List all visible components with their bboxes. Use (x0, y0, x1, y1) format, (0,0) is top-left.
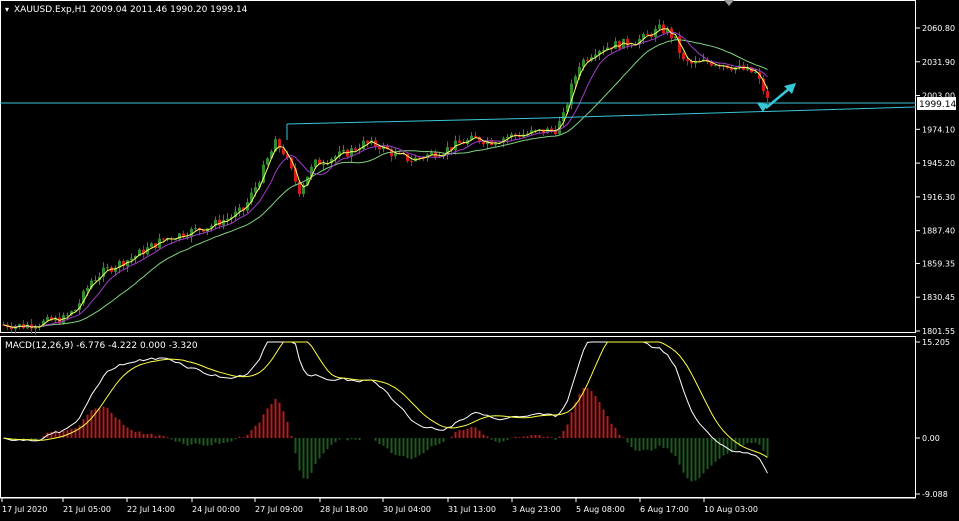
macd-signal-line (3, 341, 768, 458)
candle-bull (150, 243, 153, 248)
candle-bull (266, 158, 269, 165)
candle-bull (322, 163, 325, 165)
candle-bull (66, 314, 69, 316)
time-tick-label: 5 Aug 08:00 (576, 505, 625, 514)
time-tick-label: 27 Jul 09:00 (255, 505, 303, 514)
ma-slow-line (3, 39, 768, 328)
chart-shift-marker[interactable] (724, 0, 734, 6)
chart-canvas[interactable]: 2060.802031.902003.001974.101945.201916.… (0, 0, 959, 517)
candle-bear (378, 146, 381, 150)
macd-tick-label: -9.088 (922, 490, 948, 499)
candle-bear (458, 140, 461, 143)
candle-bull (342, 149, 345, 152)
time-tick-label: 6 Aug 17:00 (640, 505, 689, 514)
time-tick-label: 17 Jul 2020 (2, 505, 47, 514)
candle-bull (86, 287, 89, 292)
price-tick-label: 1887.40 (922, 227, 955, 236)
main-chart-frame (0, 0, 916, 333)
candle-bull (130, 258, 133, 261)
candle-bear (482, 141, 485, 145)
candle-bull (494, 143, 497, 145)
macd-main-line (3, 341, 768, 474)
macd-tick-label: 15.205 (922, 338, 950, 347)
candlestick-series (2, 19, 769, 335)
price-tick-label: 1916.30 (922, 193, 955, 202)
time-tick-label: 28 Jul 18:00 (320, 505, 368, 514)
macd-header: MACD(12,26,9) -6.776 -4.222 0.000 -3.320 (5, 341, 198, 351)
candle-bear (366, 140, 369, 144)
support-trendline[interactable] (544, 106, 917, 119)
candle-bear (586, 59, 589, 61)
candle-bull (34, 327, 37, 329)
time-tick-label: 21 Jul 05:00 (63, 505, 111, 514)
candle-bull (46, 317, 49, 321)
time-tick-label: 30 Jul 04:00 (383, 505, 431, 514)
ma-mid-line (3, 31, 768, 328)
candle-bull (194, 227, 197, 229)
time-axis: 17 Jul 2020 21 Jul 05:00 22 Jul 14:00 24 Ju… (1, 498, 758, 514)
candle-bear (346, 149, 349, 157)
current-price-label: 1999.14 (919, 100, 956, 110)
candle-bear (162, 238, 165, 240)
price-tick-label: 1945.20 (922, 159, 955, 168)
candle-bear (766, 91, 769, 98)
ma-fast-line (3, 28, 768, 329)
candle-bull (574, 76, 577, 84)
time-tick-label: 24 Jul 00:00 (192, 505, 240, 514)
price-axis: 2060.802031.902003.001974.101945.201916.… (916, 24, 955, 336)
mt4-chart-window[interactable]: 2060.80 2031.90 2003.00 1974.10 1945.20 1916.… (0, 0, 959, 517)
candle-bear (682, 52, 685, 60)
candle-bull (614, 41, 617, 49)
candle-bear (354, 148, 357, 151)
candle-bear (686, 59, 689, 61)
price-tick-label: 2031.90 (922, 58, 955, 67)
macd-histogram (6, 387, 769, 482)
candle-bull (94, 279, 97, 281)
candle-bull (106, 267, 109, 269)
main-chart-header: XAUUSD.Exp,H1 2009.04 2011.46 1990.20 19… (14, 5, 248, 15)
candle-bull (430, 152, 433, 155)
candle-bull (314, 159, 317, 167)
candle-bull (714, 65, 717, 67)
symbol-icon: ▾ (5, 5, 9, 14)
time-tick-label: 31 Jul 13:00 (448, 505, 496, 514)
price-tick-label: 2060.80 (922, 24, 955, 33)
trend-arrow-annotation[interactable] (286, 83, 796, 140)
candle-bear (410, 161, 413, 163)
arrow-shaft (765, 87, 791, 109)
price-tick-label: 1859.35 (922, 259, 955, 268)
time-tick-label: 10 Aug 03:00 (704, 505, 758, 514)
candle-bear (218, 219, 221, 226)
time-tick-label: 22 Jul 14:00 (127, 505, 175, 514)
candle-bull (658, 24, 661, 29)
macd-tick-label: 0.00 (922, 434, 940, 443)
macd-axis: 15.205 0.00 -9.088 (916, 338, 950, 499)
candle-bear (474, 135, 477, 138)
time-tick-label: 3 Aug 23:00 (512, 505, 561, 514)
price-tick-label: 1830.45 (922, 293, 955, 302)
price-tick-label: 1974.10 (922, 125, 955, 134)
price-tick-label: 1801.55 (922, 327, 955, 336)
candle-bull (226, 218, 229, 221)
candle-bear (646, 34, 649, 36)
candle-bear (550, 128, 553, 131)
resistance-trendline[interactable] (286, 117, 546, 125)
